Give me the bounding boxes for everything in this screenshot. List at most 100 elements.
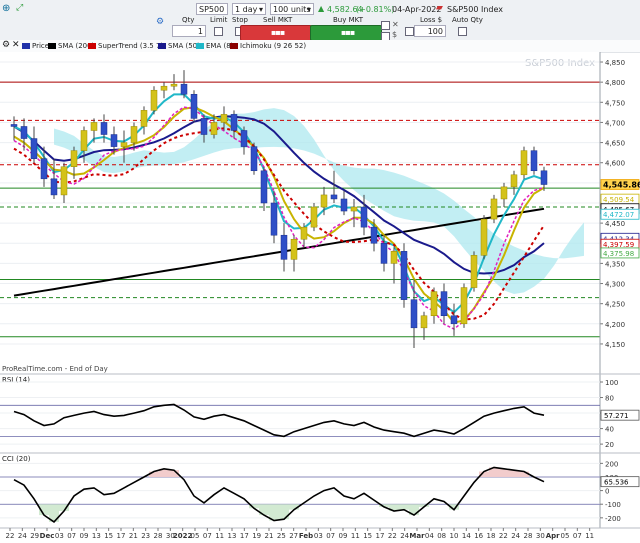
- last-value-label: 57.271: [604, 412, 629, 420]
- legend-item-ema8[interactable]: EMA (8): [196, 41, 233, 51]
- x-tick-label: 23: [141, 532, 150, 540]
- candle-body: [160, 85, 168, 91]
- auto-qty-label: Auto Qty: [452, 16, 483, 24]
- price-tag-label: 4,509.54: [603, 196, 635, 204]
- legend-item-supertrend[interactable]: SuperTrend (3.5 7): [88, 41, 163, 51]
- x-tick-label: 30: [536, 532, 545, 540]
- legend-item-ichimoku[interactable]: Ichimoku (9 26 52): [230, 41, 306, 51]
- x-tick-label: 03: [55, 532, 64, 540]
- candle-body: [460, 287, 468, 325]
- side-indicator-x: ✕: [392, 20, 399, 29]
- x-tick-label: 07: [573, 532, 582, 540]
- x-tick-label: 17: [117, 532, 126, 540]
- candle-body: [250, 146, 258, 172]
- close-icon[interactable]: ✕: [12, 40, 20, 50]
- price-tag: 4,509.54: [600, 193, 640, 205]
- candle-body: [210, 122, 218, 135]
- buy-market-label: Buy MKT: [333, 16, 363, 24]
- sma50-swatch-icon: [158, 43, 166, 49]
- sma200-swatch-icon: [48, 43, 56, 49]
- x-tick-label: 18: [487, 532, 496, 540]
- x-tick-label: 29: [30, 532, 39, 540]
- limit-checkbox[interactable]: [214, 27, 223, 36]
- chart-area[interactable]: S&P500 Index 4,150 4,200 4,250 4,300 4,350 4,…: [0, 52, 640, 543]
- qty-input[interactable]: 1: [172, 25, 206, 37]
- loss-input[interactable]: 100: [414, 25, 446, 37]
- chevron-down-icon: ▾: [258, 5, 263, 14]
- candle-body: [80, 130, 88, 151]
- candle-body: [380, 243, 388, 264]
- trend-icon[interactable]: ⤢: [16, 3, 23, 13]
- x-tick-label: 15: [104, 532, 113, 540]
- y-tick-label: 4,250: [605, 301, 625, 309]
- x-tick-label: 17: [376, 532, 385, 540]
- qty-label: Qty: [182, 16, 195, 24]
- x-tick-label: 19: [252, 532, 261, 540]
- add-icon[interactable]: ⊕: [2, 3, 10, 14]
- x-tick-label: 14: [462, 532, 471, 540]
- y-tick-label: 200: [605, 460, 618, 468]
- oscillator-line: [13, 403, 545, 438]
- price-tags: 4,545.864,509.544,485.674,472.074,412.34…: [600, 179, 640, 259]
- x-tick-label: 11: [215, 532, 224, 540]
- loss-checkbox[interactable]: [405, 27, 414, 36]
- x-tick-label: 11: [351, 532, 360, 540]
- y-tick-label: 4,800: [605, 79, 625, 87]
- settings-icon[interactable]: ⚙: [2, 40, 10, 50]
- x-tick-label: Mar: [409, 532, 425, 540]
- units-select[interactable]: 100 units ▾: [270, 3, 314, 15]
- x-tick-label: 28: [524, 532, 533, 540]
- candle-body: [450, 315, 458, 325]
- candle-body: [260, 170, 268, 204]
- y-tick-label: -100: [605, 501, 621, 509]
- x-tick-label: 05: [191, 532, 200, 540]
- data-source-note: ProRealTime.com - End of Day: [2, 365, 108, 373]
- candle-body: [480, 218, 488, 256]
- trading-toolbar: ⊕ ⤢ SP500 1 day ▾ 100 units ▾ ▲ 4,582.64 (…: [0, 0, 640, 41]
- candle-body: [10, 124, 18, 127]
- y-tick-label: 4,350: [605, 260, 625, 268]
- x-tick-label: 28: [154, 532, 163, 540]
- x-tick-label: 04: [425, 532, 434, 540]
- candle-body: [310, 206, 318, 228]
- candle-body: [340, 198, 348, 212]
- x-tick-label: 16: [474, 532, 483, 540]
- candle-body: [390, 251, 398, 264]
- price-tag-label: 4,375.98: [603, 250, 634, 258]
- candle-body: [530, 150, 538, 172]
- y-tick-label: 4,650: [605, 140, 625, 148]
- sell-market-label: Sell MKT: [263, 16, 293, 24]
- cci-panel-title: CCI (20): [2, 455, 31, 463]
- candle-body: [170, 83, 178, 87]
- auto-qty-checkbox[interactable]: [458, 27, 467, 36]
- candle-body: [230, 114, 238, 131]
- legend-item-sma50[interactable]: SMA (50): [158, 41, 200, 51]
- y-tick-label: 0: [605, 488, 609, 496]
- interval-select[interactable]: 1 day ▾: [232, 3, 266, 15]
- price-tag: 4,375.98: [600, 247, 640, 259]
- y-tick-label: 40: [605, 426, 614, 434]
- x-tick-label: 09: [339, 532, 348, 540]
- y-tick-label: 4,700: [605, 119, 625, 127]
- y-tick-label: 4,300: [605, 281, 625, 289]
- order-ticket-icon[interactable]: ⚙: [156, 17, 164, 27]
- rsi-panel-title: RSI (14): [2, 376, 30, 384]
- x-tick-label: 21: [129, 532, 138, 540]
- candle-body: [240, 130, 248, 147]
- candle-body: [190, 93, 198, 119]
- candle-body: [220, 114, 228, 123]
- candle-body: [290, 238, 298, 260]
- candle-body: [500, 186, 508, 200]
- candle-body: [280, 234, 288, 260]
- x-tick-label: 25: [277, 532, 286, 540]
- x-tick-label: Apr: [546, 532, 560, 540]
- candle-body: [150, 89, 158, 111]
- sell-market-button[interactable]: ▪▪▪: [240, 25, 312, 41]
- candle-body: [140, 110, 148, 127]
- option-checkbox-1[interactable]: [381, 21, 390, 30]
- toolbar-row-order: ⚙ Qty 1 Limit Stop Sell MKT ▪▪▪ Buy MKT …: [0, 16, 640, 41]
- buy-market-button[interactable]: ▪▪▪: [310, 25, 382, 41]
- stop-label: Stop: [232, 16, 248, 24]
- legend-item-price[interactable]: Price: [22, 41, 49, 51]
- symbol-field[interactable]: SP500: [196, 3, 228, 15]
